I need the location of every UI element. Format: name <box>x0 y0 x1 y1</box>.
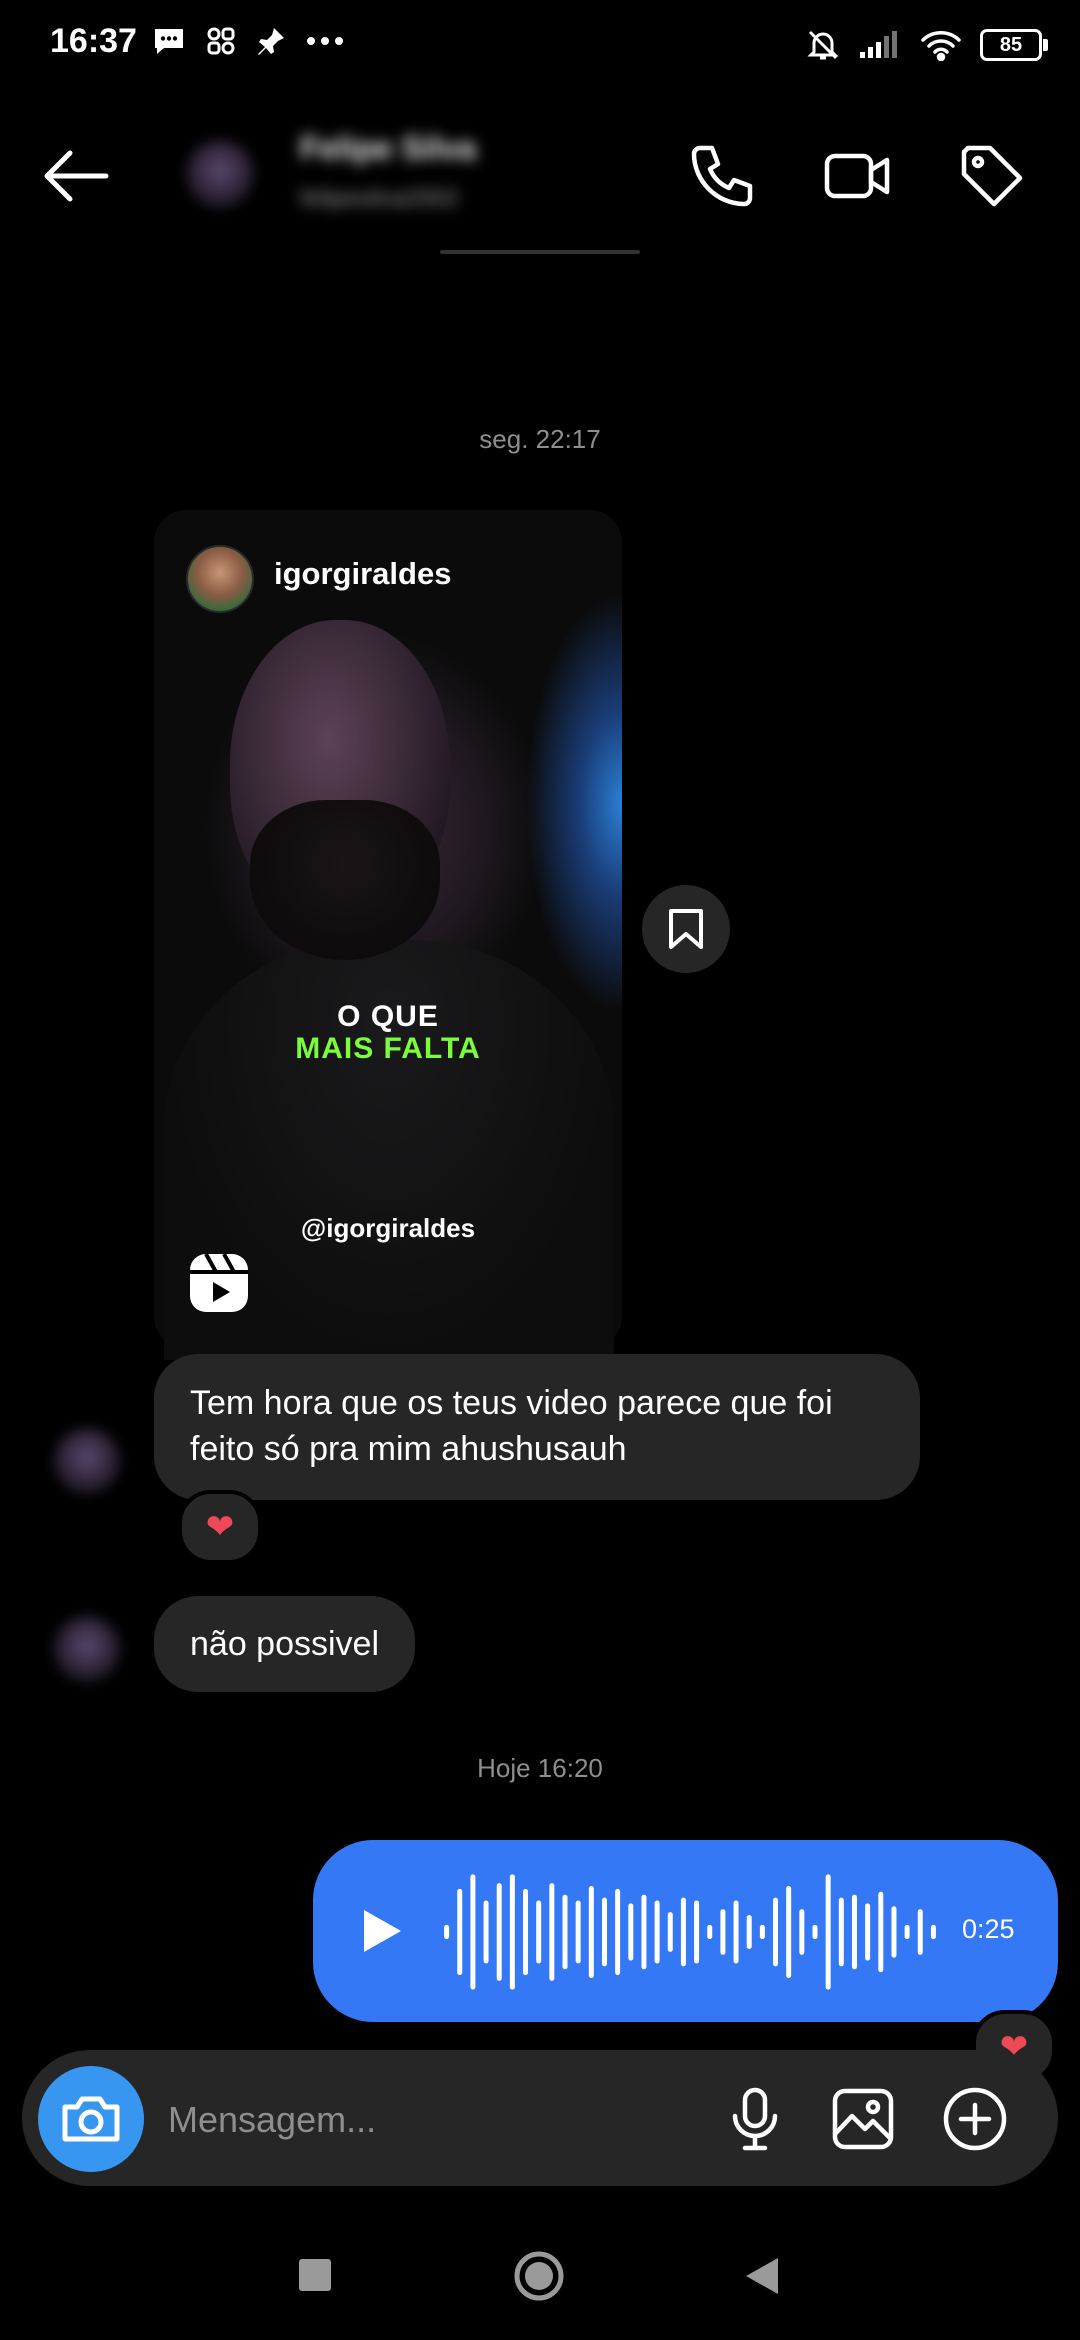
camera-button[interactable] <box>38 2066 144 2172</box>
message-input[interactable] <box>166 2090 700 2150</box>
heart-icon: ❤ <box>205 1508 235 1546</box>
heart-reaction[interactable]: ❤ <box>178 1490 262 1564</box>
reel-handle-overlay: @igorgiraldes <box>300 1213 476 1243</box>
reels-icon <box>190 1253 248 1312</box>
play-icon[interactable] <box>360 1907 404 1955</box>
reel-owner-name[interactable]: igorgiraldes <box>274 556 451 592</box>
incoming-message-bubble[interactable]: Tem hora que os teus video parece que fo… <box>154 1354 920 1500</box>
nav-back-icon[interactable] <box>740 2254 784 2298</box>
audio-duration: 0:25 <box>962 1914 1015 1944</box>
incoming-message-bubble[interactable]: não possivel <box>154 1596 416 1692</box>
reel-caption-line-1: O QUE <box>337 1000 439 1033</box>
plus-circle-icon[interactable] <box>940 2084 1010 2154</box>
signal-icon <box>860 31 897 58</box>
battery-icon: 85 <box>980 29 1048 61</box>
status-icons-left <box>152 26 344 56</box>
message-icon <box>155 29 183 54</box>
timestamp-separator: Hoje 16:20 <box>477 1753 603 1783</box>
apps-icon <box>207 27 235 55</box>
wifi-icon <box>921 31 961 61</box>
phone-icon[interactable] <box>686 140 758 212</box>
contact-name[interactable]: Felipe Silva <box>300 130 476 167</box>
more-icon <box>307 37 343 45</box>
contact-handle[interactable]: felipesilva2002 <box>300 185 459 213</box>
video-call-icon[interactable] <box>822 140 894 212</box>
sender-avatar[interactable] <box>54 1428 120 1494</box>
reel-owner-avatar[interactable] <box>186 545 254 613</box>
microphone-icon[interactable] <box>720 2084 790 2154</box>
bookmark-icon <box>669 909 703 949</box>
sender-avatar[interactable] <box>54 1616 120 1682</box>
reel-caption-line-2: MAIS FALTA <box>295 1032 481 1065</box>
gallery-icon[interactable] <box>828 2084 898 2154</box>
camera-icon <box>62 2096 120 2142</box>
reel-person-beard <box>250 800 440 960</box>
nav-home-icon[interactable] <box>513 2250 565 2302</box>
contact-avatar[interactable] <box>186 140 254 208</box>
audio-waveform[interactable] <box>440 1870 940 1994</box>
battery-level: 85 <box>999 33 1023 56</box>
timestamp-separator: seg. 22:17 <box>479 424 601 454</box>
status-icons-right: 85 <box>806 28 1048 62</box>
pin-icon <box>258 28 284 55</box>
scroll-indicator <box>440 250 640 254</box>
tag-icon[interactable] <box>956 140 1028 212</box>
back-arrow-icon[interactable] <box>40 145 112 207</box>
nav-recents-icon[interactable] <box>299 2259 331 2291</box>
status-time: 16:37 <box>50 22 137 60</box>
save-reel-button[interactable] <box>642 885 730 973</box>
mute-icon <box>807 30 839 60</box>
